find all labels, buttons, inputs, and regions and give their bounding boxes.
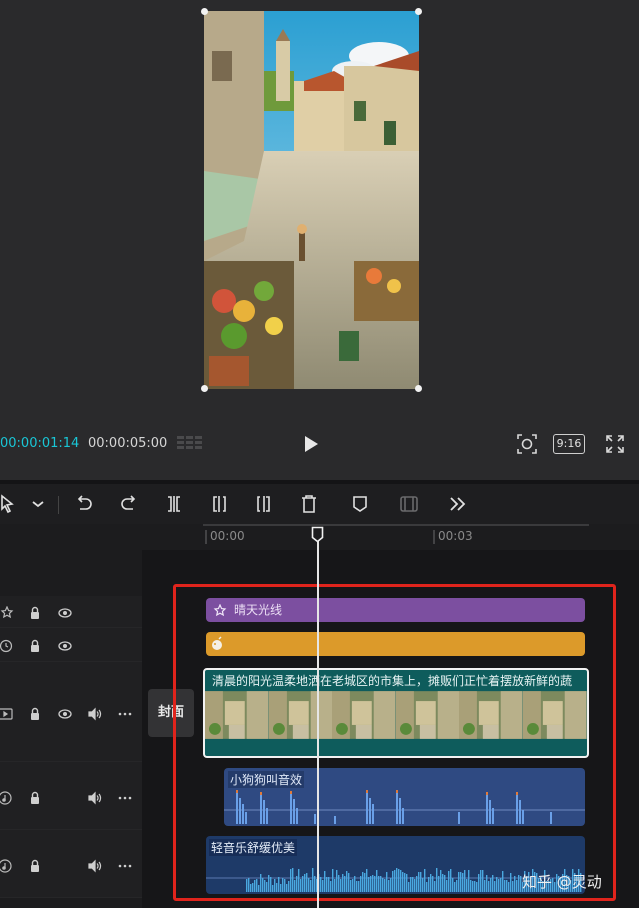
preview-panel: 00:00:01:14 00:00:05:00 9:16 bbox=[0, 0, 639, 480]
volume-icon[interactable] bbox=[88, 790, 102, 805]
lock-icon[interactable] bbox=[28, 790, 42, 804]
track-header-sfx bbox=[0, 762, 142, 830]
lock-icon[interactable] bbox=[28, 706, 42, 720]
split-icon[interactable] bbox=[164, 494, 184, 514]
highlight-annotation-box bbox=[173, 584, 616, 901]
visibility-eye-icon[interactable] bbox=[58, 605, 72, 619]
visibility-eye-icon[interactable] bbox=[58, 706, 72, 720]
playhead-line[interactable] bbox=[317, 535, 319, 908]
fullscreen-icon[interactable] bbox=[605, 434, 625, 454]
marker-icon[interactable] bbox=[350, 494, 370, 514]
undo-icon[interactable] bbox=[74, 494, 94, 514]
more-options-icon[interactable] bbox=[118, 858, 132, 872]
trim-right-icon[interactable] bbox=[254, 494, 274, 514]
audio-note-icon bbox=[0, 790, 14, 805]
track-header-effect bbox=[0, 596, 142, 628]
preview-image bbox=[204, 11, 419, 389]
lock-icon[interactable] bbox=[28, 858, 42, 872]
visibility-eye-icon[interactable] bbox=[58, 638, 72, 652]
more-tools-icon[interactable] bbox=[447, 494, 467, 514]
effect-star-icon bbox=[0, 605, 14, 619]
video-track-icon bbox=[0, 706, 14, 720]
playhead-handle[interactable] bbox=[311, 526, 324, 543]
track-header-video bbox=[0, 662, 142, 762]
freeze-frame-icon bbox=[399, 494, 419, 514]
ruler-tick-label: 00:03 bbox=[438, 529, 473, 543]
lock-icon[interactable] bbox=[28, 605, 42, 619]
toolbar-separator bbox=[58, 496, 59, 514]
ruler-tick-label: 00:00 bbox=[210, 529, 245, 543]
player-controls: 00:00:01:14 00:00:05:00 9:16 bbox=[0, 428, 639, 462]
volume-icon[interactable] bbox=[88, 706, 102, 721]
filter-clock-icon bbox=[0, 638, 14, 653]
aspect-ratio-button[interactable]: 9:16 bbox=[553, 434, 585, 454]
redo-icon[interactable] bbox=[119, 494, 139, 514]
chevron-down-icon[interactable] bbox=[28, 494, 48, 514]
grid-icon[interactable] bbox=[177, 434, 205, 452]
play-button[interactable] bbox=[302, 435, 320, 453]
trim-left-icon[interactable] bbox=[209, 494, 229, 514]
delete-icon[interactable] bbox=[299, 494, 319, 514]
track-header-filter bbox=[0, 628, 142, 662]
select-tool-icon[interactable] bbox=[0, 494, 20, 514]
frame-handle-tr[interactable] bbox=[415, 8, 422, 15]
video-preview-frame[interactable] bbox=[204, 11, 419, 389]
frame-handle-tl[interactable] bbox=[201, 8, 208, 15]
volume-icon[interactable] bbox=[88, 858, 102, 873]
lock-icon[interactable] bbox=[28, 638, 42, 652]
total-timecode: 00:00:05:00 bbox=[88, 436, 168, 451]
frame-handle-bl[interactable] bbox=[201, 385, 208, 392]
frame-handle-br[interactable] bbox=[415, 385, 422, 392]
current-timecode: 00:00:01:14 bbox=[0, 436, 80, 451]
timeline-toolbar bbox=[0, 484, 639, 524]
track-header-music bbox=[0, 830, 142, 898]
watermark-text: 知乎 @灵动 bbox=[522, 873, 602, 891]
audio-note-icon bbox=[0, 858, 14, 873]
fit-view-icon[interactable] bbox=[516, 433, 538, 455]
more-options-icon[interactable] bbox=[118, 790, 132, 804]
more-options-icon[interactable] bbox=[118, 706, 132, 720]
